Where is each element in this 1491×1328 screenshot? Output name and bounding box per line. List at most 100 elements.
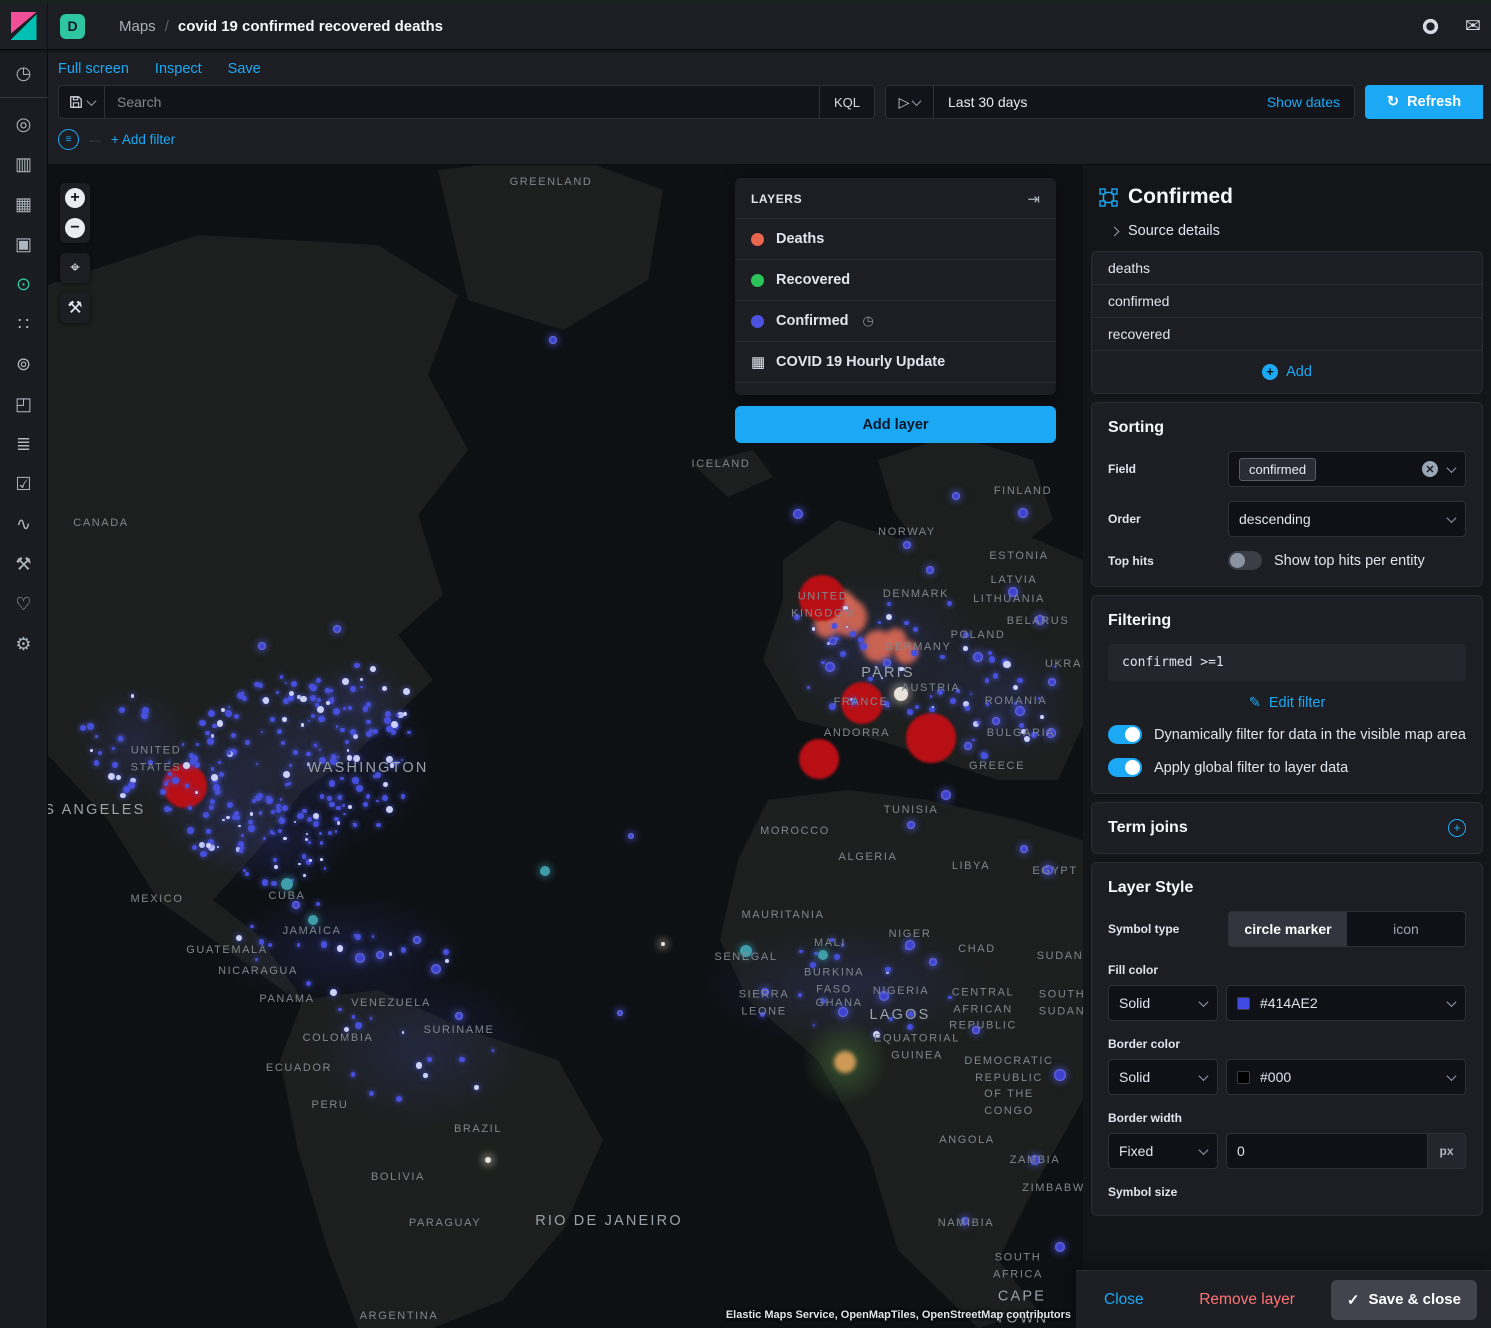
minus-icon: − [65,218,85,238]
siem-icon[interactable]: ◰ [0,384,48,424]
dashboard-icon[interactable]: ▦ [0,184,48,224]
global-filter-toggle[interactable] [1108,758,1142,777]
dev-tools-icon[interactable]: ⚒ [0,544,48,584]
crosshair-icon[interactable]: ⌖ [60,253,90,283]
uptime-icon[interactable]: ☑ [0,464,48,504]
map-data-point [185,784,189,788]
menu-full-screen[interactable]: Full screen [58,61,129,77]
field-row[interactable]: confirmed [1092,285,1482,318]
edit-filter-link[interactable]: ✎ Edit filter [1108,695,1466,711]
border-mode-select[interactable]: Solid [1108,1059,1218,1095]
mail-icon[interactable]: ✉ [1465,15,1491,38]
maps-icon[interactable]: ⊙ [0,264,48,304]
close-button[interactable]: Close [1104,1291,1144,1309]
filtering-panel: Filtering confirmed >=1 ✎ Edit filter Dy… [1091,595,1483,794]
top-header: D Maps / covid 19 confirmed recovered de… [0,0,1491,50]
sort-order-select[interactable]: descending [1228,501,1466,537]
map-data-point [431,964,441,974]
visualize-icon[interactable]: ▥ [0,144,48,184]
map-data-point [384,717,391,724]
layer-row[interactable]: ▦COVID 19 Hourly Update [735,341,1056,382]
machine-learning-icon[interactable]: ∷ [0,304,48,344]
discover-icon[interactable]: ◎ [0,104,48,144]
map-data-point [199,842,205,848]
add-layer-button[interactable]: Add layer [735,406,1056,443]
layer-row[interactable]: Recovered [735,259,1056,300]
refresh-button[interactable]: ↻ Refresh [1365,85,1483,119]
zoom-in-button[interactable]: + [60,183,90,213]
map-data-point [330,689,332,691]
symbol-type-icon[interactable]: icon [1347,912,1465,946]
sort-field-combobox[interactable]: confirmed ✕ [1228,451,1466,487]
space-badge[interactable]: D [60,14,85,39]
help-icon[interactable] [1422,18,1439,35]
symbol-type-circle-marker[interactable]: circle marker [1229,912,1347,946]
source-details-accordion[interactable]: Source details [1111,223,1475,239]
canvas-icon[interactable]: ▣ [0,224,48,264]
apm-icon[interactable]: ∿ [0,504,48,544]
fill-mode-select[interactable]: Solid [1108,985,1218,1021]
map-data-point [549,336,557,344]
date-quick-menu-button[interactable]: ▷︎ [886,86,934,118]
field-row[interactable]: recovered [1092,318,1482,351]
map-data-point [887,602,891,606]
map-data-point [87,723,94,730]
map-data-point [385,711,391,717]
kibana-logo-icon [11,12,37,40]
map-data-point [843,606,847,610]
graph-icon[interactable]: ⊚ [0,344,48,384]
time-range-value[interactable]: Last 30 days [934,94,1267,110]
saved-query-menu-button[interactable] [59,86,105,118]
layer-row[interactable]: Confirmed◷ [735,300,1056,341]
kql-button[interactable]: KQL [819,86,874,118]
collapse-layers-icon[interactable]: ⇥ [1027,190,1040,208]
map-data-point [1055,1242,1065,1252]
border-width-mode-select[interactable]: Fixed [1108,1133,1218,1169]
recent-icon[interactable]: ◷ [0,53,48,93]
map-data-point [972,1026,980,1034]
map-data-point [258,683,263,688]
map-data-point [330,989,337,996]
management-icon[interactable]: ⚙ [0,624,48,664]
menu-inspect[interactable]: Inspect [155,61,202,77]
metrics-icon[interactable]: ≣ [0,424,48,464]
layer-row[interactable]: Deaths [735,218,1056,259]
filter-expression: confirmed >=1 [1108,644,1466,681]
tools-icon[interactable]: ⚒ [60,293,90,323]
zoom-out-button[interactable]: − [60,213,90,243]
order-label: Order [1108,512,1228,526]
remove-layer-button[interactable]: Remove layer [1199,1291,1295,1309]
menu-save[interactable]: Save [228,61,261,77]
map-data-point [297,943,301,947]
add-term-join-button[interactable]: + [1448,819,1466,837]
add-field-button[interactable]: + Add [1092,351,1482,393]
border-color-picker[interactable]: #000 [1226,1059,1466,1095]
map-data-point [319,832,322,835]
filter-icon[interactable]: ≡ [58,129,79,150]
field-row[interactable]: deaths [1092,252,1482,285]
search-input[interactable] [105,94,819,110]
clear-field-icon[interactable]: ✕ [1422,461,1438,477]
map-data-point [948,996,952,1000]
map-data-point [343,813,345,815]
dynamic-filter-toggle[interactable] [1108,725,1142,744]
fill-color-label: Fill color [1108,963,1466,977]
map-data-point [308,915,318,925]
map-data-point [242,696,247,701]
top-hits-toggle[interactable] [1228,551,1262,570]
kibana-logo-button[interactable] [0,3,48,49]
term-joins-panel: Term joins + [1091,802,1483,854]
breadcrumb-app[interactable]: Maps [119,18,156,35]
layer-style-panel: Layer Style Symbol type circle marker ic… [1091,862,1483,1216]
map-data-point [218,761,220,763]
save-and-close-button[interactable]: ✓ Save & close [1331,1280,1477,1320]
add-filter-link[interactable]: + Add filter [111,132,175,147]
map-data-bubble [841,682,883,724]
map-data-point [794,614,800,620]
fill-color-picker[interactable]: #414AE2 [1226,985,1466,1021]
map-data-point [263,697,269,703]
map-data-point [964,742,972,750]
stack-monitoring-icon[interactable]: ♡ [0,584,48,624]
show-dates-link[interactable]: Show dates [1267,94,1354,110]
border-width-input[interactable]: 0 [1226,1133,1428,1169]
